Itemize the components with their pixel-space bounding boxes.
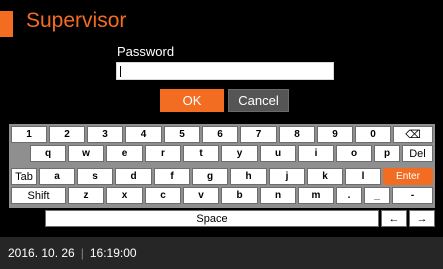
key-i[interactable]: i <box>298 145 334 162</box>
key-4[interactable]: 4 <box>125 126 162 143</box>
key-8[interactable]: 8 <box>279 126 315 143</box>
key-x[interactable]: x <box>106 187 143 204</box>
key-hyphen[interactable]: - <box>392 187 433 204</box>
key-r[interactable]: r <box>145 145 181 162</box>
key-h[interactable]: h <box>230 168 267 185</box>
key-n[interactable]: n <box>260 187 296 204</box>
key-9[interactable]: 9 <box>317 126 353 143</box>
status-separator: | <box>80 246 84 260</box>
key-2[interactable]: 2 <box>49 126 85 143</box>
backspace-key[interactable]: ⌫ <box>393 126 433 143</box>
text-caret <box>120 66 121 77</box>
key-f[interactable]: f <box>154 168 190 185</box>
ok-button[interactable]: OK <box>160 89 224 112</box>
key-0[interactable]: 0 <box>355 126 391 143</box>
key-j[interactable]: j <box>269 168 305 185</box>
page-title: Supervisor <box>26 9 127 32</box>
key-b[interactable]: b <box>221 187 258 204</box>
on-screen-keyboard: 1 2 3 4 5 6 7 8 9 0 ⌫ q w e r t y u i o … <box>9 124 435 208</box>
key-w[interactable]: w <box>68 145 104 162</box>
key-3[interactable]: 3 <box>87 126 123 143</box>
enter-key[interactable]: Enter <box>383 168 433 185</box>
tab-key[interactable]: Tab <box>11 168 37 185</box>
cancel-button[interactable]: Cancel <box>228 89 289 112</box>
key-e[interactable]: e <box>106 145 143 162</box>
status-time: 16:19:00 <box>89 246 137 260</box>
key-p[interactable]: p <box>374 145 400 162</box>
key-m[interactable]: m <box>298 187 334 204</box>
key-7[interactable]: 7 <box>240 126 277 143</box>
key-y[interactable]: y <box>221 145 258 162</box>
key-t[interactable]: t <box>183 145 219 162</box>
password-field[interactable] <box>116 62 334 80</box>
shift-key[interactable]: Shift <box>11 187 66 204</box>
key-6[interactable]: 6 <box>202 126 238 143</box>
key-u[interactable]: u <box>260 145 296 162</box>
title-accent-bar <box>0 11 13 37</box>
key-k[interactable]: k <box>307 168 343 185</box>
arrow-left-key[interactable]: ← <box>381 210 407 227</box>
key-o[interactable]: o <box>336 145 372 162</box>
key-l[interactable]: l <box>345 168 381 185</box>
password-label: Password <box>117 44 175 59</box>
key-g[interactable]: g <box>192 168 228 185</box>
key-s[interactable]: s <box>77 168 113 185</box>
key-5[interactable]: 5 <box>164 126 200 143</box>
key-c[interactable]: c <box>145 187 181 204</box>
status-date: 2016. 10. 26 <box>8 246 75 260</box>
delete-key[interactable]: Del <box>402 145 433 162</box>
key-a[interactable]: a <box>39 168 75 185</box>
key-v[interactable]: v <box>183 187 219 204</box>
arrow-right-key[interactable]: → <box>409 210 435 227</box>
key-1[interactable]: 1 <box>11 126 47 143</box>
key-d[interactable]: d <box>115 168 152 185</box>
key-z[interactable]: z <box>68 187 104 204</box>
space-key[interactable]: Space <box>45 210 379 227</box>
key-q[interactable]: q <box>30 145 66 162</box>
status-bar: 2016. 10. 26 | 16:19:00 <box>0 237 443 269</box>
key-underscore[interactable]: _ <box>364 187 390 204</box>
key-period[interactable]: . <box>336 187 362 204</box>
